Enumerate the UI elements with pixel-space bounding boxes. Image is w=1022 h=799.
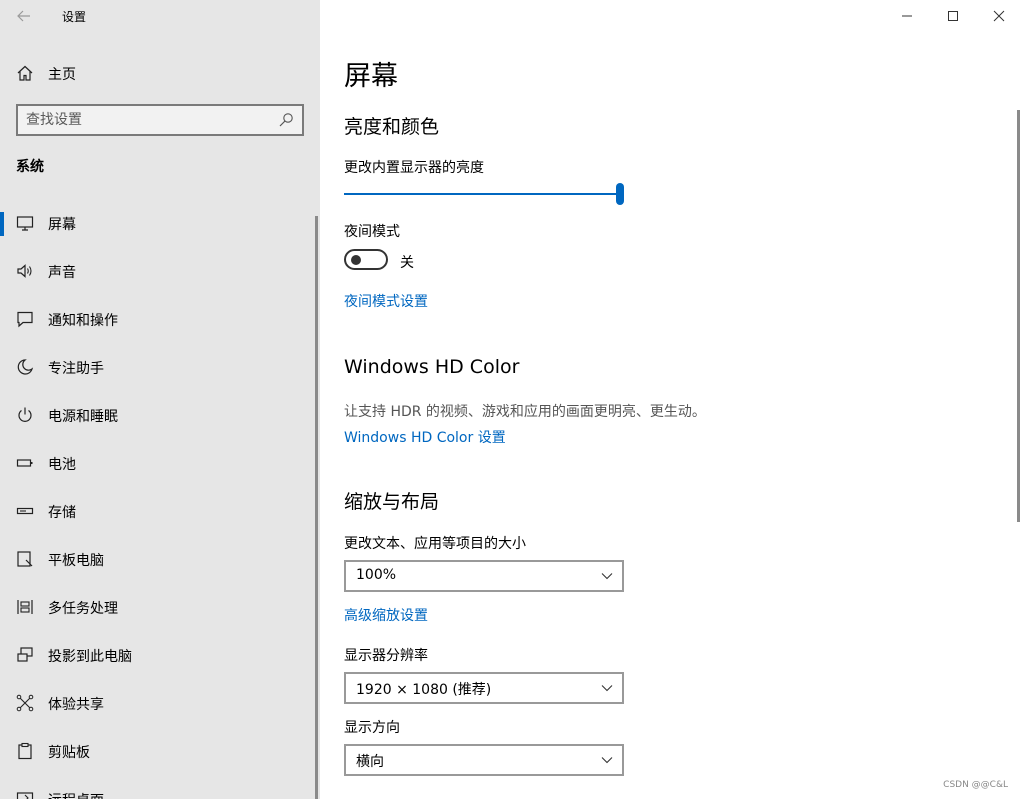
sidebar-item-label: 屏幕 xyxy=(48,217,76,233)
remote-desktop-icon xyxy=(16,792,34,799)
sidebar-item-label: 存储 xyxy=(48,505,76,521)
sidebar-item-notifications[interactable]: 通知和操作 xyxy=(0,296,320,344)
sidebar-item-shared-experiences[interactable]: 体验共享 xyxy=(0,680,320,728)
orientation-dropdown[interactable]: 横向 xyxy=(344,744,624,776)
notification-icon xyxy=(17,311,33,328)
advanced-scaling-link[interactable]: 高级缩放设置 xyxy=(344,605,428,625)
sidebar-item-label: 体验共享 xyxy=(48,697,104,713)
sidebar-item-clipboard[interactable]: 剪贴板 xyxy=(0,728,320,776)
close-button[interactable] xyxy=(976,0,1022,32)
title-bar: 设置 xyxy=(0,0,320,32)
slider-fill xyxy=(344,193,620,195)
night-light-settings-link[interactable]: 夜间模式设置 xyxy=(344,291,428,311)
hd-color-heading: Windows HD Color xyxy=(344,356,520,378)
scale-heading: 缩放与布局 xyxy=(344,491,440,513)
sidebar-item-label: 剪贴板 xyxy=(48,745,90,761)
page-title: 屏幕 xyxy=(344,61,398,92)
sidebar-item-remote-desktop[interactable]: 远程桌面 xyxy=(0,776,320,799)
window-controls xyxy=(884,0,1022,32)
sidebar-item-tablet[interactable]: 平板电脑 xyxy=(0,536,320,584)
power-icon xyxy=(18,407,32,422)
night-light-label: 夜间模式 xyxy=(344,224,400,240)
sidebar-item-label: 电源和睡眠 xyxy=(48,409,118,425)
main-scrollbar[interactable] xyxy=(1017,110,1020,522)
orientation-label: 显示方向 xyxy=(344,720,400,736)
clipboard-icon xyxy=(18,742,32,760)
sidebar-scrollbar[interactable] xyxy=(315,216,318,799)
sidebar-item-focus-assist[interactable]: 专注助手 xyxy=(0,344,320,392)
slider-thumb[interactable] xyxy=(616,183,624,205)
moon-icon xyxy=(17,359,34,375)
watermark: CSDN @@C&L xyxy=(943,780,1008,790)
close-icon xyxy=(993,10,1005,22)
search-input[interactable] xyxy=(26,110,266,130)
sidebar-item-sound[interactable]: 声音 xyxy=(0,248,320,296)
sidebar-item-project[interactable]: 投影到此电脑 xyxy=(0,632,320,680)
sidebar-item-battery[interactable]: 电池 xyxy=(0,440,320,488)
sidebar-item-label: 远程桌面 xyxy=(48,790,104,799)
sidebar-item-home[interactable]: 主页 xyxy=(0,56,320,90)
speaker-icon xyxy=(17,264,32,278)
battery-icon xyxy=(16,459,33,467)
share-icon xyxy=(16,694,34,712)
main-content: 屏幕 亮度和颜色 更改内置显示器的亮度 夜间模式 关 夜间模式设置 Window… xyxy=(320,0,1022,799)
maximize-button[interactable] xyxy=(930,0,976,32)
sidebar-item-label: 声音 xyxy=(48,265,76,281)
scale-label: 更改文本、应用等项目的大小 xyxy=(344,536,526,552)
search-icon[interactable] xyxy=(278,112,294,128)
hd-color-settings-link[interactable]: Windows HD Color 设置 xyxy=(344,427,506,447)
sidebar-item-label: 主页 xyxy=(48,67,76,83)
dropdown-value: 100% xyxy=(356,567,397,583)
resolution-label: 显示器分辨率 xyxy=(344,648,428,664)
sidebar-item-label: 投影到此电脑 xyxy=(48,649,132,665)
app-title: 设置 xyxy=(62,10,87,24)
chevron-down-icon xyxy=(601,573,613,580)
section-title: 系统 xyxy=(16,159,44,175)
toggle-knob xyxy=(351,255,361,265)
dropdown-value: 横向 xyxy=(356,754,384,770)
monitor-icon xyxy=(16,216,34,231)
scale-dropdown[interactable]: 100% xyxy=(344,560,624,592)
brightness-label: 更改内置显示器的亮度 xyxy=(344,160,484,176)
dropdown-value: 1920 × 1080 (推荐) xyxy=(356,682,492,698)
multitask-icon xyxy=(17,600,33,614)
sidebar-nav: 屏幕 声音 通知和操作 专注助手 电源和睡眠 电池 存储 平板电脑 多任务处理 … xyxy=(0,200,320,799)
sidebar-item-multitasking[interactable]: 多任务处理 xyxy=(0,584,320,632)
sidebar-item-display[interactable]: 屏幕 xyxy=(0,200,320,248)
maximize-icon xyxy=(948,11,958,21)
chevron-down-icon xyxy=(601,757,613,764)
sidebar-item-label: 电池 xyxy=(48,457,76,473)
sidebar-item-power[interactable]: 电源和睡眠 xyxy=(0,392,320,440)
brightness-heading: 亮度和颜色 xyxy=(344,116,440,138)
storage-icon xyxy=(16,507,34,515)
sidebar-item-label: 通知和操作 xyxy=(48,313,118,329)
back-button[interactable] xyxy=(10,4,38,28)
minimize-button[interactable] xyxy=(884,0,930,32)
search-box[interactable] xyxy=(16,104,304,136)
hd-color-description: 让支持 HDR 的视频、游戏和应用的画面更明亮、更生动。 xyxy=(344,404,706,420)
chevron-down-icon xyxy=(601,685,613,692)
home-icon xyxy=(17,65,33,81)
tablet-icon xyxy=(17,551,33,567)
sidebar-item-storage[interactable]: 存储 xyxy=(0,488,320,536)
night-light-state: 关 xyxy=(400,255,414,271)
night-light-toggle[interactable] xyxy=(344,249,388,270)
minimize-icon xyxy=(902,15,912,17)
brightness-slider[interactable] xyxy=(344,182,624,208)
back-arrow-icon xyxy=(17,10,30,22)
sidebar: 设置 主页 系统 屏幕 声音 通知和操作 专注助手 xyxy=(0,0,320,799)
resolution-dropdown[interactable]: 1920 × 1080 (推荐) xyxy=(344,672,624,704)
sidebar-item-label: 平板电脑 xyxy=(48,553,104,569)
project-icon xyxy=(17,647,33,662)
sidebar-item-label: 多任务处理 xyxy=(48,601,118,617)
sidebar-item-label: 专注助手 xyxy=(48,361,104,377)
